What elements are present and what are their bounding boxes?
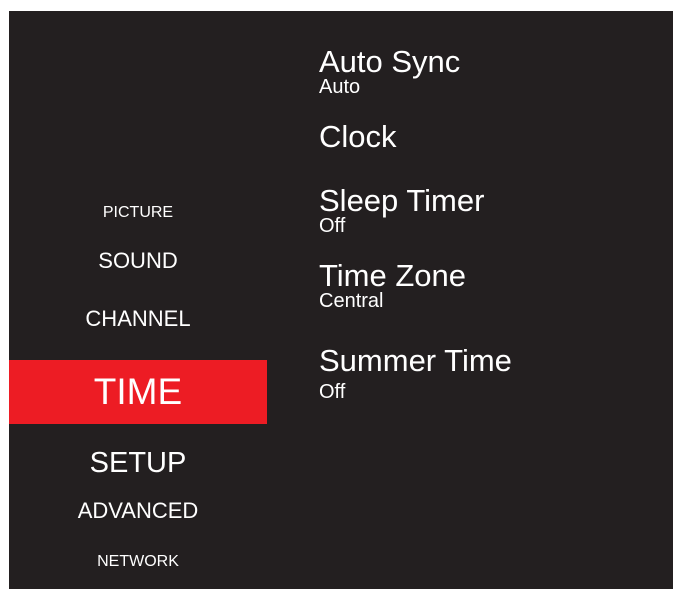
setting-auto-sync[interactable]: Auto Sync Auto [319,46,460,97]
setting-value: Off [319,381,346,403]
setting-label: Sleep Timer [319,183,485,218]
setting-sleep-timer[interactable]: Sleep Timer Off [319,185,484,236]
setting-clock[interactable]: Clock [319,121,397,152]
menu-item-picture[interactable]: PICTURE [9,201,267,225]
setting-value: Central [319,290,384,312]
tv-menu-screen: PICTURE SOUND CHANNEL TIME SETUP ADVANCE… [9,11,673,589]
menu-item-channel[interactable]: CHANNEL [9,304,267,334]
setting-value: Auto [319,76,361,98]
menu-item-setup[interactable]: SETUP [9,445,267,481]
menu-item-sound[interactable]: SOUND [9,246,267,276]
setting-label: Time Zone [319,258,467,293]
menu-item-network[interactable]: NETWORK [9,550,267,574]
setting-time-zone[interactable]: Time Zone Central [319,260,466,311]
setting-label: Auto Sync [319,44,461,79]
setting-label: Summer Time [319,343,512,378]
menu-item-advanced[interactable]: ADVANCED [9,496,267,526]
setting-summer-time[interactable]: Summer Time Off [319,345,512,402]
setting-value: Off [319,215,346,237]
menu-item-time[interactable]: TIME [9,360,267,424]
setting-label: Clock [319,119,397,154]
